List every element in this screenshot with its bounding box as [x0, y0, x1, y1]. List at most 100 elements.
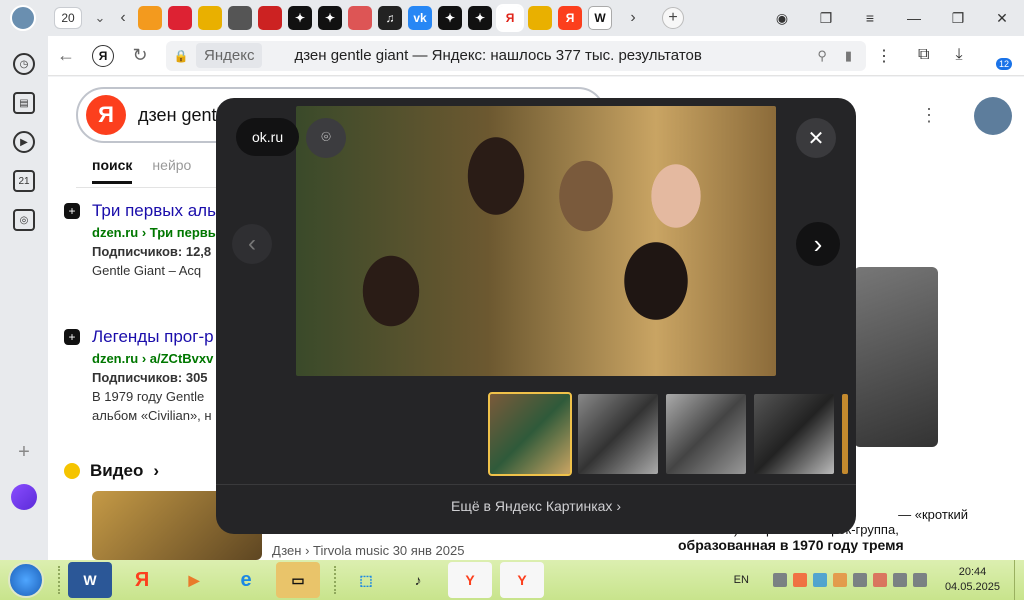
tab-favicon-12[interactable]	[528, 6, 552, 30]
tabs-scroll-right-icon[interactable]: ›	[622, 9, 644, 27]
tab-favicon-9[interactable]: ♫	[378, 6, 402, 30]
play-icon[interactable]: ▶	[13, 131, 35, 153]
tab-active-yandex[interactable]: Я	[496, 4, 524, 32]
tabs-scroll-left-icon[interactable]: ‹	[112, 9, 134, 27]
clock[interactable]: 20:44 04.05.2025	[945, 565, 1000, 595]
bookmarks-icon[interactable]: ❐	[804, 10, 848, 27]
image-gallery-preview[interactable]	[854, 267, 938, 447]
thumbnail[interactable]	[842, 394, 848, 474]
clock-icon[interactable]: ◷	[13, 53, 35, 75]
minimize-icon[interactable]: —	[892, 10, 936, 26]
site-chip[interactable]: Яндекс	[196, 43, 263, 68]
word-app-icon[interactable]: W	[68, 562, 112, 598]
explorer-icon[interactable]: ▭	[276, 562, 320, 598]
back-icon[interactable]: ←	[48, 45, 84, 66]
add-icon[interactable]: +	[64, 203, 80, 219]
tab-favicon-4[interactable]	[228, 6, 252, 30]
video-section-heading[interactable]: Видео ›	[64, 461, 159, 481]
divider	[216, 484, 856, 485]
image-search-icon[interactable]: ⌾	[306, 118, 346, 158]
add-icon[interactable]: +	[64, 329, 80, 345]
result-title[interactable]: Легенды прог-р	[92, 327, 214, 347]
volume-icon[interactable]	[852, 573, 867, 587]
user-avatar[interactable]	[974, 97, 1012, 135]
page-menu-icon[interactable]: ⋮	[920, 105, 938, 126]
more-images-link[interactable]: Ещё в Яндекс Картинках ›	[216, 498, 856, 514]
tray-icon[interactable]	[792, 573, 807, 587]
tab-favicon-vk[interactable]: vk	[408, 6, 432, 30]
search-input[interactable]: дзен gentl	[138, 105, 221, 126]
close-window-icon[interactable]: ✕	[980, 10, 1024, 27]
calendar-icon[interactable]: 21	[13, 170, 35, 192]
bookmark-icon[interactable]: ▮	[845, 48, 852, 64]
yandex-browser-icon[interactable]: Y	[448, 562, 492, 598]
thumbnail[interactable]	[488, 392, 572, 476]
previous-image-icon[interactable]: ‹	[232, 224, 272, 264]
tab-favicon-wikipedia[interactable]: W	[588, 6, 612, 30]
main-image[interactable]	[296, 106, 776, 376]
tray-icon[interactable]	[812, 573, 827, 587]
show-desktop-button[interactable]	[1014, 560, 1024, 600]
next-image-icon[interactable]: ›	[796, 222, 840, 266]
lock-icon[interactable]: 🔒	[166, 49, 196, 63]
video-meta: Дзен › Tirvola music 30 янв 2025	[272, 543, 465, 558]
tab-favicon-2[interactable]	[168, 6, 192, 30]
yandex-logo[interactable]: Я	[86, 95, 126, 135]
tab-favicon-8[interactable]	[348, 6, 372, 30]
thumbnail[interactable]	[578, 394, 658, 474]
ie-icon[interactable]: e	[224, 562, 268, 598]
kebab-menu-icon[interactable]: ⋮	[876, 46, 892, 66]
window-controls: ◉ ❐ ≡ — ❐ ✕	[760, 0, 1024, 36]
source-link[interactable]: ok.ru	[236, 118, 300, 156]
tray-icon[interactable]	[772, 573, 787, 587]
alice-assistant-icon[interactable]	[11, 484, 37, 510]
tab-neuro[interactable]: нейро	[152, 157, 191, 184]
screenshot-tool-icon[interactable]: ⬚	[344, 562, 388, 598]
yandex-music-icon[interactable]: ♪	[396, 562, 440, 598]
thumbnail[interactable]	[666, 394, 746, 474]
result-snippet: В 1979 году Gentle	[92, 389, 205, 404]
yandex-button[interactable]: Я	[92, 44, 114, 67]
location-icon[interactable]: ⚲	[817, 48, 827, 64]
new-tab-button[interactable]: +	[662, 7, 684, 29]
close-icon[interactable]: ✕	[796, 118, 836, 158]
tab-favicon-3[interactable]	[198, 6, 222, 30]
tray-icon[interactable]	[892, 573, 907, 587]
tab-search[interactable]: поиск	[92, 157, 133, 184]
thumbnail[interactable]	[754, 394, 834, 474]
tab-favicon-5[interactable]	[258, 6, 282, 30]
collections-icon[interactable]: ▤	[13, 92, 35, 114]
media-player-icon[interactable]: ▶	[172, 562, 216, 598]
omnibox[interactable]: 🔒 Яндекс дзен gentle giant — Яндекс: наш…	[166, 40, 866, 71]
start-button[interactable]	[8, 562, 44, 598]
chevron-down-icon[interactable]: ⌄	[88, 10, 112, 26]
yandex-app-icon[interactable]: Я	[120, 562, 164, 598]
tab-favicon-1[interactable]	[138, 6, 162, 30]
snippet-line: образованная в 1970 году тремя	[678, 537, 904, 553]
language-indicator[interactable]: EN	[734, 574, 749, 586]
tab-favicon-10[interactable]: ✦	[438, 6, 462, 30]
tab-favicon-11[interactable]: ✦	[468, 6, 492, 30]
tab-favicon-7[interactable]: ✦	[318, 6, 342, 30]
extensions-icon[interactable]: ⧉	[918, 46, 929, 66]
thumbnail-strip	[488, 392, 848, 476]
profile-icon[interactable]: ◉	[760, 10, 804, 27]
tray-icon[interactable]	[832, 573, 847, 587]
add-panel-icon[interactable]: +	[18, 441, 30, 464]
url-text[interactable]: дзен gentle giant — Яндекс: нашлось 377 …	[294, 47, 701, 64]
menu-icon[interactable]: ≡	[848, 10, 892, 26]
tray-icon[interactable]	[872, 573, 887, 587]
profile-avatar[interactable]	[10, 5, 36, 31]
restore-icon[interactable]: ❐	[936, 10, 980, 27]
tab-favicon-yandex[interactable]: Я	[558, 6, 582, 30]
tab-count-button[interactable]: 20	[54, 7, 82, 29]
network-icon[interactable]	[912, 573, 927, 587]
screenshot-icon[interactable]: ◎	[13, 209, 35, 231]
address-bar-row: ← Я ↻ 🔒 Яндекс дзен gentle giant — Яндек…	[48, 36, 1024, 76]
clock-date: 04.05.2025	[944, 581, 1000, 593]
reload-icon[interactable]: ↻	[122, 45, 158, 66]
yandex-browser-active-icon[interactable]: Y	[500, 562, 544, 598]
tab-favicon-6[interactable]: ✦	[288, 6, 312, 30]
result-url[interactable]: dzen.ru › a/ZCtBvxv	[92, 351, 214, 366]
downloads-icon[interactable]: ⤓	[955, 46, 962, 66]
